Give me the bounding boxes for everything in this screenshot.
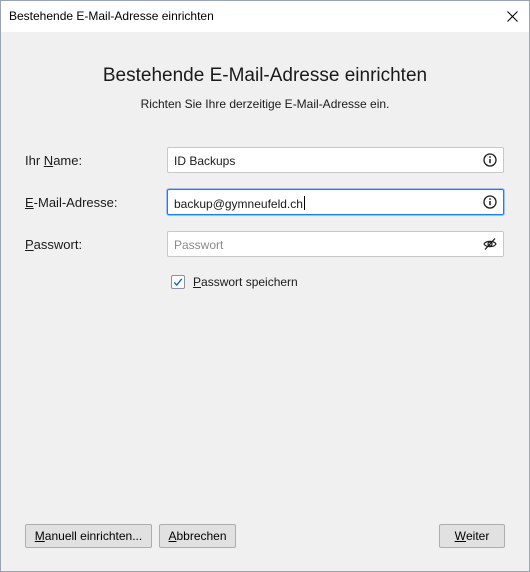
window-title: Bestehende E-Mail-Adresse einrichten (9, 9, 214, 23)
remember-label-accesskey: P (193, 275, 202, 289)
dialog-window: Bestehende E-Mail-Adresse einrichten Bes… (0, 0, 530, 572)
name-input-value: ID Backups (174, 154, 236, 168)
manual-label-post: anuell einrichten... (44, 529, 143, 543)
page-heading: Bestehende E-Mail-Adresse einrichten (102, 65, 428, 86)
email-label-accesskey: E (25, 195, 34, 210)
email-label: E-Mail-Adresse: (25, 195, 117, 210)
next-label-post: eiter (465, 529, 490, 543)
cancel-label-post: bbrechen (176, 529, 227, 543)
email-input-value-wrap: backup@gymneufeld.ch (174, 196, 305, 211)
next-accesskey: W (454, 529, 466, 543)
name-label: Ihr Name: (25, 153, 82, 168)
close-icon (506, 11, 518, 22)
remember-password-checkbox[interactable] (171, 275, 185, 289)
name-label-pre: Ihr (25, 153, 44, 168)
text-caret (303, 196, 305, 210)
next-button[interactable]: Weiter (439, 524, 505, 548)
close-button[interactable] (495, 1, 529, 32)
eye-slash-icon[interactable] (483, 237, 497, 251)
password-label-post: asswort: (33, 237, 83, 252)
cancel-button[interactable]: Abbrechen (159, 524, 236, 548)
title-bar: Bestehende E-Mail-Adresse einrichten (1, 1, 529, 32)
checkmark-icon (173, 278, 183, 286)
password-label-accesskey: P (25, 237, 34, 252)
manual-setup-button[interactable]: Manuell einrichten... (25, 524, 152, 548)
password-input[interactable]: Passwort (167, 231, 504, 257)
password-input-placeholder: Passwort (174, 238, 224, 252)
name-input[interactable]: ID Backups (167, 147, 504, 173)
email-input[interactable]: backup@gymneufeld.ch (167, 189, 504, 215)
name-label-accesskey: N (43, 153, 54, 168)
remember-label-post: asswort speichern (201, 275, 298, 289)
info-icon[interactable] (483, 195, 497, 209)
remember-password-label[interactable]: Passwort speichern (193, 275, 298, 289)
email-input-value: backup@gymneufeld.ch (174, 197, 303, 211)
email-label-post: -Mail-Adresse: (33, 195, 118, 210)
cancel-accesskey: A (168, 529, 177, 543)
password-label: Passwort: (25, 237, 82, 252)
info-icon[interactable] (483, 153, 497, 167)
manual-accesskey: M (34, 529, 45, 543)
page-subheading: Richten Sie Ihre derzeitige E-Mail-Adres… (140, 97, 390, 111)
name-label-post: ame: (53, 153, 83, 168)
